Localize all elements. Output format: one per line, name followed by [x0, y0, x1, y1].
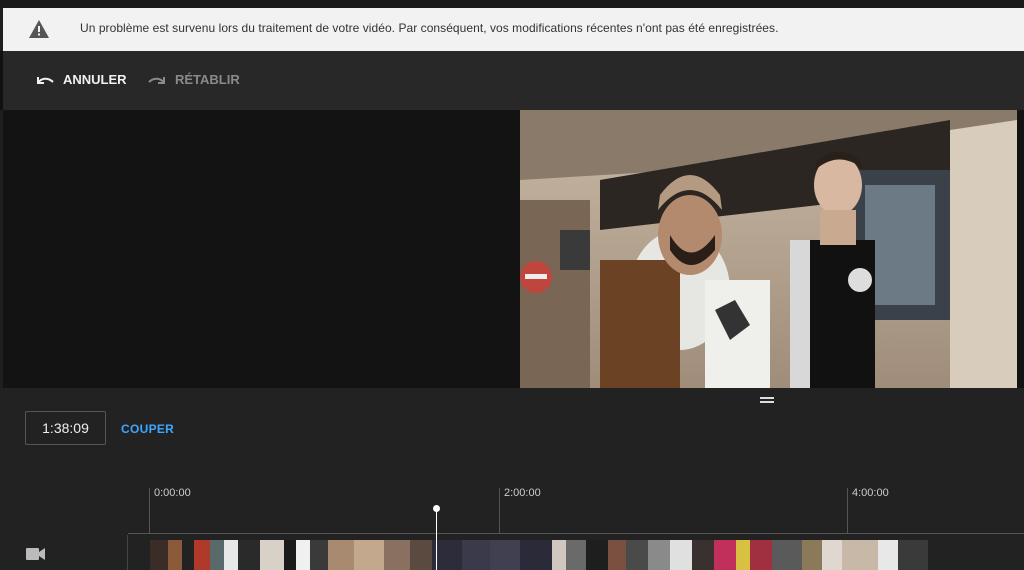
thumbnail: [410, 540, 432, 570]
thumbnail: [670, 540, 692, 570]
ruler-baseline: [128, 533, 1024, 534]
ruler-tick: [149, 488, 150, 533]
thumbnail: [224, 540, 238, 570]
track-divider: [127, 535, 128, 570]
thumbnail: [210, 540, 224, 570]
redo-label: RÉTABLIR: [175, 72, 240, 87]
thumbnail: [586, 540, 608, 570]
window-top-bar: [0, 0, 1024, 8]
playhead-knob[interactable]: [433, 505, 440, 512]
video-camera-icon: [26, 548, 45, 560]
editor-toolbar: ANNULER RÉTABLIR: [0, 51, 1024, 110]
thumbnail: [182, 540, 194, 570]
thumbnail: [802, 540, 822, 570]
current-time-field[interactable]: 1:38:09: [25, 411, 106, 445]
ruler-tick: [847, 488, 848, 533]
undo-button[interactable]: ANNULER: [35, 72, 127, 87]
video-track: [0, 535, 1024, 570]
thumbnail: [566, 540, 586, 570]
time-ruler[interactable]: 0:00:00 2:00:00 4:00:00: [0, 480, 1024, 535]
thumbnail: [194, 540, 210, 570]
thumbnail: [878, 540, 898, 570]
redo-button[interactable]: RÉTABLIR: [147, 72, 240, 87]
video-preview[interactable]: [520, 110, 1017, 388]
thumbnail: [310, 540, 328, 570]
thumbnail: [772, 540, 802, 570]
thumbnail: [626, 540, 648, 570]
thumbnail: [168, 540, 182, 570]
thumbnail-strip[interactable]: [150, 540, 1024, 570]
cut-button[interactable]: COUPER: [121, 422, 174, 436]
thumbnail: [692, 540, 714, 570]
thumbnail: [898, 540, 928, 570]
thumbnail: [648, 540, 670, 570]
thumbnail: [238, 540, 260, 570]
thumbnail: [328, 540, 354, 570]
resize-handle[interactable]: [760, 397, 774, 403]
thumbnail: [750, 540, 772, 570]
undo-label: ANNULER: [63, 72, 127, 87]
error-message: Un problème est survenu lors du traiteme…: [80, 21, 779, 35]
undo-icon: [37, 76, 54, 84]
video-frame-image: [520, 110, 1017, 388]
thumbnail: [150, 540, 168, 570]
thumbnail: [462, 540, 490, 570]
ruler-label: 2:00:00: [504, 487, 541, 499]
thumbnail: [284, 540, 296, 570]
timeline-panel: 1:38:09 COUPER 0:00:00 2:00:00 4:00:00: [0, 388, 1024, 570]
thumbnail: [260, 540, 284, 570]
ruler-label: 0:00:00: [154, 487, 191, 499]
thumbnail: [714, 540, 736, 570]
thumbnail: [296, 540, 310, 570]
thumbnail: [842, 540, 878, 570]
thumbnail: [520, 540, 552, 570]
ruler-label: 4:00:00: [852, 487, 889, 499]
redo-icon: [148, 76, 165, 84]
preview-area: [3, 110, 1024, 388]
ruler-tick: [499, 488, 500, 533]
thumbnail: [354, 540, 384, 570]
error-banner: Un problème est survenu lors du traiteme…: [3, 8, 1024, 51]
thumbnail: [490, 540, 520, 570]
warning-icon: [29, 20, 49, 38]
playhead[interactable]: [433, 505, 440, 570]
thumbnail: [822, 540, 842, 570]
thumbnail: [552, 540, 566, 570]
thumbnail: [608, 540, 626, 570]
thumbnail: [384, 540, 410, 570]
thumbnail: [736, 540, 750, 570]
